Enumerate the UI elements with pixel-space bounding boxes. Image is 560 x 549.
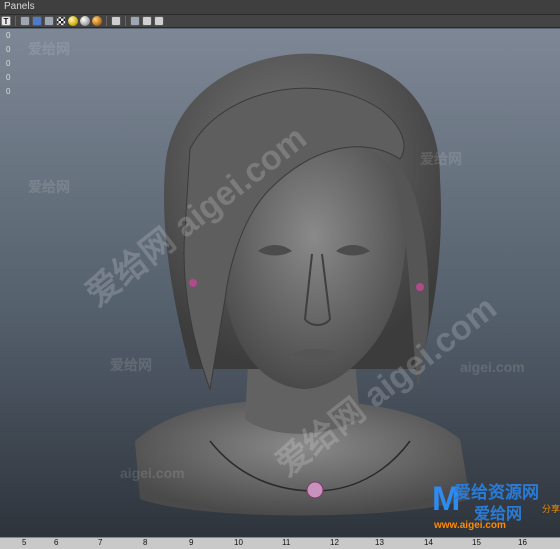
xray-cube-icon[interactable] (130, 16, 140, 26)
site-logo: M 爱给资源网 爱给网 分享 www.aigei.com (432, 478, 560, 536)
ruler-tick: 13 (375, 538, 384, 547)
ruler-tick: 5 (22, 538, 27, 547)
share-icon[interactable] (154, 16, 164, 26)
ruler-tick: 7 (98, 538, 103, 547)
checker-icon[interactable] (56, 16, 66, 26)
ruler-tick: 16 (518, 538, 527, 547)
xray-joints-icon[interactable] (142, 16, 152, 26)
ruler-tick: 15 (472, 538, 481, 547)
ruler-tick: 9 (189, 538, 194, 547)
isolate-select-icon[interactable] (111, 16, 121, 26)
toolbar-separator (106, 16, 107, 26)
ruler-tick: 14 (424, 538, 433, 547)
watermark-text: 爱给网 (28, 179, 70, 195)
ruler-tick: 11 (282, 538, 291, 547)
3d-viewport[interactable]: 0 0 0 0 0 爱给网 爱给网 爱给网 爱给网 aigei.com aige… (0, 29, 560, 537)
panels-menu[interactable]: Panels (4, 1, 35, 12)
watermark-text: 爱给网 (110, 357, 152, 373)
ruler-tick: 6 (54, 538, 59, 547)
wireframe-cube-icon[interactable] (20, 16, 30, 26)
watermark-text: aigei.com (460, 359, 525, 375)
light-sphere-orange-icon[interactable] (92, 16, 102, 26)
ruler-tick: 12 (330, 538, 339, 547)
light-sphere-white-icon[interactable] (80, 16, 90, 26)
logo-tag: 分享 (541, 504, 560, 514)
pendant (306, 481, 324, 499)
viewport-toolbar: T (0, 15, 560, 28)
watermark-text: 爱给网 (420, 151, 462, 167)
ruler-tick: 8 (143, 538, 148, 547)
text-t-icon[interactable]: T (1, 16, 11, 26)
textured-cube-icon[interactable] (44, 16, 54, 26)
toolbar-separator (125, 16, 126, 26)
watermark-text: aigei.com (120, 465, 185, 481)
time-ruler[interactable]: 5 6 7 8 9 10 11 12 13 14 15 16 (0, 537, 560, 549)
toolbar-separator (15, 16, 16, 26)
watermark-text: 爱给网 (28, 41, 70, 57)
earring-right (416, 283, 424, 291)
shaded-cube-icon[interactable] (32, 16, 42, 26)
logo-url: www.aigei.com (434, 520, 506, 531)
light-sphere-yellow-icon[interactable] (68, 16, 78, 26)
menu-bar: Panels (0, 0, 560, 15)
ruler-tick: 10 (234, 538, 243, 547)
earring-left (189, 279, 197, 287)
